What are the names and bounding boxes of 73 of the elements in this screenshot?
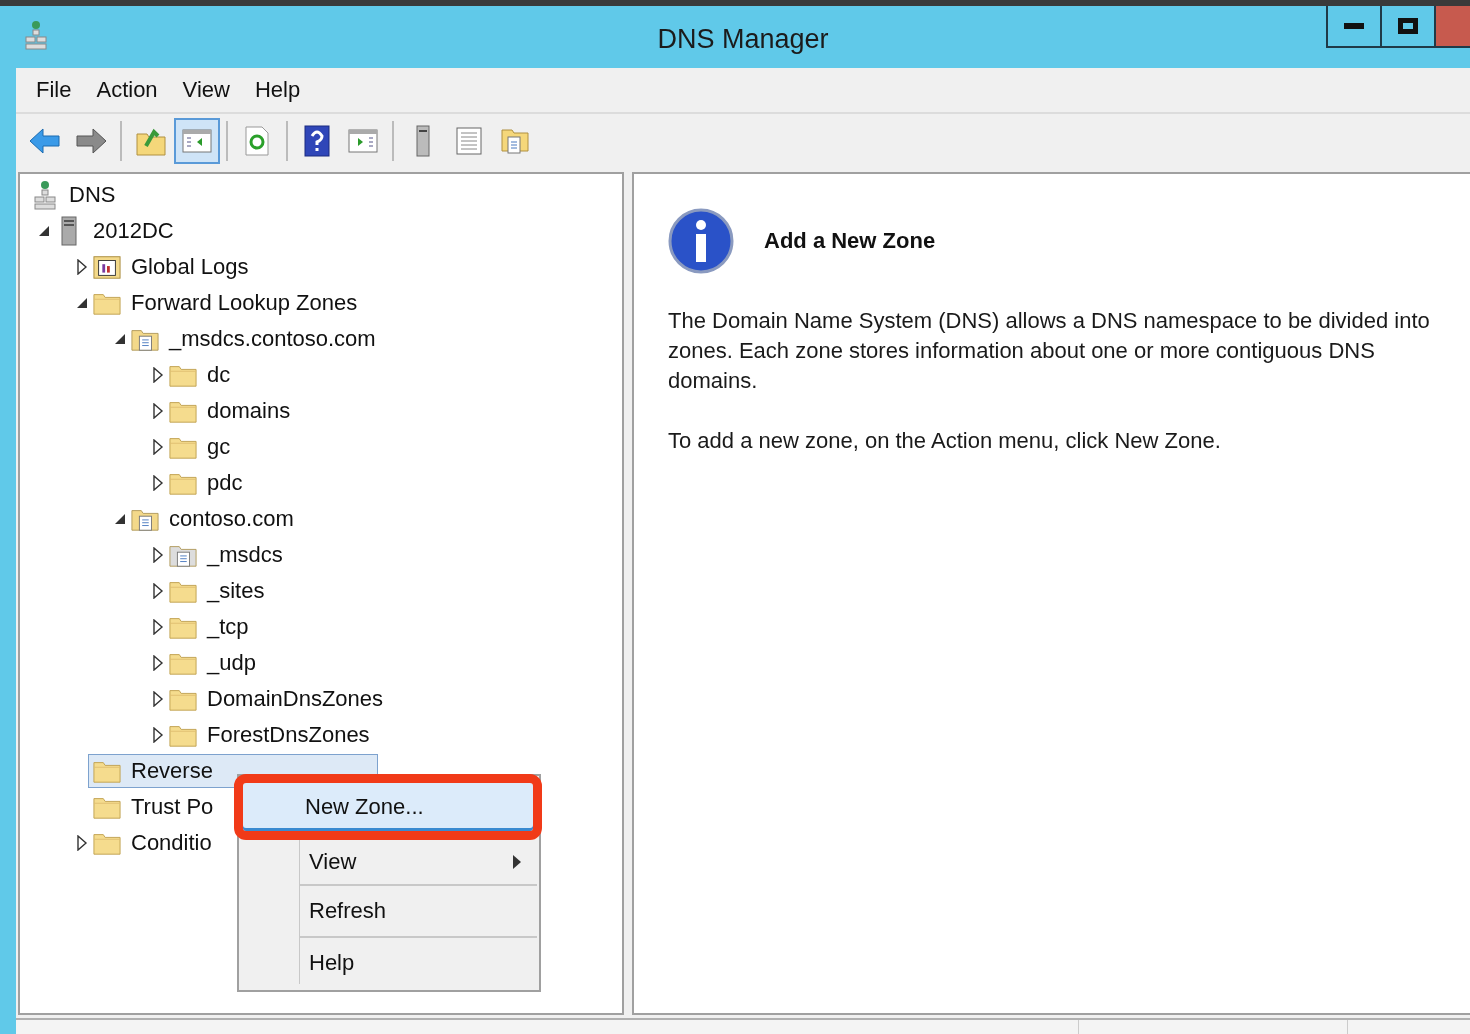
tree-item[interactable]: DomainDnsZones [164,682,385,716]
menu-item[interactable]: New Zone... [234,774,542,840]
expand-arrow-icon[interactable] [152,583,164,599]
tree-label: _tcp [207,614,249,640]
collapse-arrow-icon[interactable] [113,512,127,526]
expand-arrow-icon[interactable] [152,403,164,419]
expand-arrow-icon[interactable] [152,439,164,455]
tree-label: Forward Lookup Zones [131,290,358,316]
expand-arrow-icon[interactable] [152,619,164,635]
expand-arrow-icon[interactable] [152,655,164,671]
heading: Add a New Zone [764,228,936,254]
log-book-icon [93,253,121,281]
collapse-arrow-icon[interactable] [113,332,127,346]
tree-item[interactable]: Global Logs [88,250,250,284]
tree-label: _msdcs.contoso.com [169,326,376,352]
tree-item[interactable]: _sites [164,574,266,608]
tree-item[interactable]: dc [164,358,232,392]
expand-arrow-icon[interactable] [152,475,164,491]
maximize-icon [1398,18,1418,34]
tree-label: _sites [207,578,265,604]
tree-item[interactable]: 2012DC [50,214,175,248]
window-title: DNS Manager [657,24,829,54]
description-text: The Domain Name System (DNS) allows a DNS namespace to be divided into zones. Each zone stores information about one or more contiguous DNS domains. [668,307,1431,395]
expand-arrow-icon[interactable] [152,727,164,743]
tree-item[interactable]: _tcp [164,610,250,644]
minimize-button[interactable] [1326,6,1382,48]
tree-item[interactable]: _msdcs [164,538,284,572]
expand-arrow-icon[interactable] [76,835,88,851]
tree-item[interactable]: Forward Lookup Zones [88,286,359,320]
tree-label: ForestDnsZones [207,722,370,748]
dns-server-icon [33,180,57,210]
tree-label: dc [207,362,231,388]
tree-item[interactable]: contoso.com [126,502,295,536]
tree-item[interactable]: _udp [164,646,257,680]
tree-label: pdc [207,470,243,496]
tree-label: Conditio [131,830,212,856]
menu-item[interactable]: Action [86,77,173,103]
expand-arrow-icon[interactable] [76,259,88,275]
tree-item[interactable]: Trust Po [88,790,215,824]
tree-label: Reverse [131,758,213,784]
tree-item[interactable]: _msdcs.contoso.com [126,322,377,356]
collapse-arrow-icon[interactable] [75,296,89,310]
tree-item[interactable]: gc [164,430,232,464]
menu-item[interactable]: Help [244,77,316,103]
menu-item[interactable]: Help [241,938,537,988]
info-icon [668,208,734,274]
tree-item[interactable]: domains [164,394,292,428]
menu-item[interactable]: View [241,840,537,884]
tree-label: 2012DC [93,218,174,244]
tree-label: contoso.com [169,506,294,532]
dns-server-icon [24,20,48,50]
tree-label: DomainDnsZones [207,686,384,712]
tree-item[interactable]: DNS [26,178,117,212]
menu-item[interactable]: File [26,77,87,103]
description-text: To add a new zone, on the Action menu, click New Zone. [668,427,1222,455]
expand-arrow-icon[interactable] [152,691,164,707]
expand-arrow-icon[interactable] [152,547,164,563]
tree-label: _udp [207,650,256,676]
server-icon [60,216,78,246]
tree-label: gc [207,434,231,460]
menu-item[interactable]: View [172,77,245,103]
tree-label: Trust Po [131,794,214,820]
tree-label: Global Logs [131,254,249,280]
menu-item[interactable]: Refresh [241,886,537,936]
tree-label: domains [207,398,291,424]
tree-label: _msdcs [207,542,283,568]
collapse-arrow-icon[interactable] [37,224,51,238]
tree-item[interactable]: pdc [164,466,244,500]
expand-arrow-icon[interactable] [152,367,164,383]
tree-item[interactable]: ForestDnsZones [164,718,371,752]
tree-item[interactable]: Conditio [88,826,213,860]
minimize-icon [1344,23,1364,29]
tree-label: DNS [69,182,116,208]
